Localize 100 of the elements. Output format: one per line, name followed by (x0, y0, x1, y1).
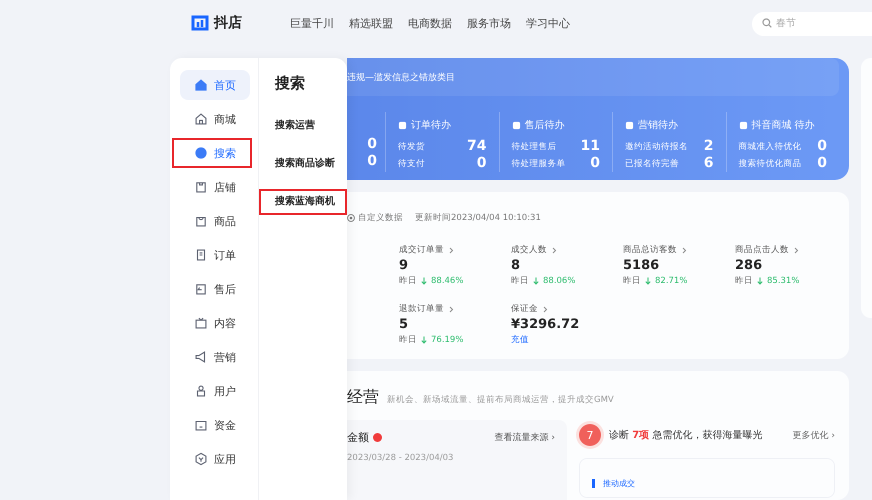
metric-label[interactable]: 保证金 (511, 303, 538, 316)
compare-label: 昨日 (399, 275, 417, 288)
logo-icon (190, 13, 210, 33)
section-title: 经营 (347, 387, 379, 408)
chevron-right-icon[interactable] (449, 246, 454, 254)
menu-item[interactable]: 首页 (180, 70, 250, 100)
menu-icon (194, 180, 208, 194)
todo-count: 0 (817, 155, 827, 172)
menu-icon (194, 282, 208, 296)
more-link[interactable]: 更多优化 › (792, 428, 835, 442)
menu-icon (194, 452, 208, 466)
submenu-item[interactable]: 搜索蓝海商机 (259, 189, 347, 215)
compare-label: 昨日 (399, 334, 417, 346)
todo-count: 0 (817, 138, 827, 155)
todo-count: 0 (590, 155, 600, 172)
logo-text[interactable]: 抖店 (214, 14, 242, 32)
warning-icon (373, 433, 382, 442)
todo-count: 6 (704, 155, 714, 172)
metric-value: 286 (735, 258, 762, 274)
amount-title: 金额 (347, 430, 369, 445)
nav-link[interactable]: 精选联盟 (349, 16, 393, 30)
arrow-down-icon (757, 277, 763, 286)
menu-item[interactable]: 商品 (180, 206, 250, 236)
submenu-item[interactable]: 搜索商品诊断 (259, 151, 347, 177)
compare-label: 昨日 (511, 275, 529, 288)
menu-item[interactable]: 店铺 (180, 172, 250, 202)
section-subtitle: 新机会、新场域流量、提前布局商城运营，提升成交GMV (387, 394, 614, 406)
metric-value: 5186 (623, 258, 660, 274)
menu-item[interactable]: 应用 (180, 444, 250, 474)
todo-title: 售后待办 (524, 118, 564, 132)
arrow-down-icon (421, 277, 427, 286)
menu-icon (194, 248, 208, 262)
change-value: 88.06% (543, 276, 576, 286)
menu-item[interactable]: 搜索 (172, 138, 252, 168)
todo-icon (625, 120, 634, 130)
metric-label[interactable]: 成交订单量 (399, 244, 444, 256)
search-icon (194, 146, 208, 160)
menu-item[interactable]: 内容 (180, 308, 250, 338)
nav-link[interactable]: 服务市场 (467, 16, 511, 30)
menu-item[interactable]: 售后 (180, 274, 250, 304)
menu-item[interactable]: 资金 (180, 410, 250, 440)
settings-icon (347, 214, 355, 222)
menu-item[interactable]: 营销 (180, 342, 250, 372)
diagnosis-text: 诊断 7项 急需优化，获得海量曝光 (609, 428, 762, 442)
menu-item[interactable]: 用户 (180, 376, 250, 406)
arrow-down-icon (421, 336, 427, 344)
todo-count: 11 (580, 138, 600, 155)
nav-link[interactable]: 电商数据 (408, 16, 452, 30)
todo-icon (738, 120, 748, 130)
diagnosis-tab[interactable]: 推动成交 (592, 479, 635, 488)
search-field[interactable]: 春节 (752, 12, 872, 36)
todo-count: 74 (467, 138, 486, 155)
date-range: 2023/03/28 - 2023/04/03 (347, 453, 454, 463)
todo-count: 2 (704, 138, 714, 155)
todo-title: 订单待办 (411, 118, 451, 132)
metric-value: ¥3296.72 (511, 317, 580, 332)
todo-title: 抖音商城 待办 (752, 118, 815, 132)
metric-label[interactable]: 商品总访客数 (623, 244, 677, 256)
traffic-source-link[interactable]: 查看流量来源 › (494, 431, 555, 444)
menu-icon (194, 214, 208, 228)
chevron-right-icon[interactable] (543, 306, 548, 313)
metric-label[interactable]: 退款订单量 (399, 303, 444, 316)
change-value: 82.71% (655, 276, 688, 286)
change-value: 76.19% (431, 335, 464, 346)
todo-count: 0 (367, 136, 377, 153)
compare-label: 昨日 (623, 275, 641, 288)
metric-value: 8 (511, 258, 520, 274)
submenu-title: 搜索 (274, 74, 306, 93)
chevron-right-icon[interactable] (552, 246, 557, 254)
chevron-right-icon[interactable] (449, 306, 454, 313)
metric-value: 9 (399, 258, 408, 274)
menu-icon (194, 350, 208, 364)
chevron-right-icon[interactable] (682, 246, 687, 254)
arrow-down-icon (645, 277, 651, 286)
change-value: 88.46% (431, 276, 464, 286)
notice-text: 违规—滥发信息之错放类目 (347, 72, 455, 84)
todo-count: 0 (476, 155, 486, 172)
update-time: 更新时间2023/04/04 10:10:31 (415, 212, 541, 224)
arrow-down-icon (533, 277, 539, 286)
menu-icon (194, 418, 208, 432)
chevron-right-icon[interactable] (794, 246, 799, 254)
menu-item[interactable]: 订单 (180, 240, 250, 270)
count-badge: 7 (579, 424, 601, 446)
search-icon (762, 18, 772, 28)
todo-count: 0 (367, 153, 377, 170)
change-value: 85.31% (767, 276, 800, 286)
submenu-item[interactable]: 搜索运营 (259, 113, 347, 139)
todo-title: 营销待办 (638, 118, 678, 132)
menu-icon (194, 384, 208, 398)
metric-label[interactable]: 成交人数 (511, 244, 547, 256)
nav-link[interactable]: 巨量千川 (290, 16, 334, 30)
nav-link[interactable]: 学习中心 (526, 16, 570, 30)
recharge-link[interactable]: 充值 (511, 334, 529, 346)
home-icon (194, 78, 208, 92)
menu-icon (194, 112, 208, 126)
metric-label[interactable]: 商品点击人数 (735, 244, 789, 256)
menu-item[interactable]: 商城 (180, 104, 250, 134)
todo-icon (398, 120, 407, 130)
metric-value: 5 (399, 317, 408, 332)
custom-data-link[interactable]: 自定义数据 (358, 212, 403, 224)
